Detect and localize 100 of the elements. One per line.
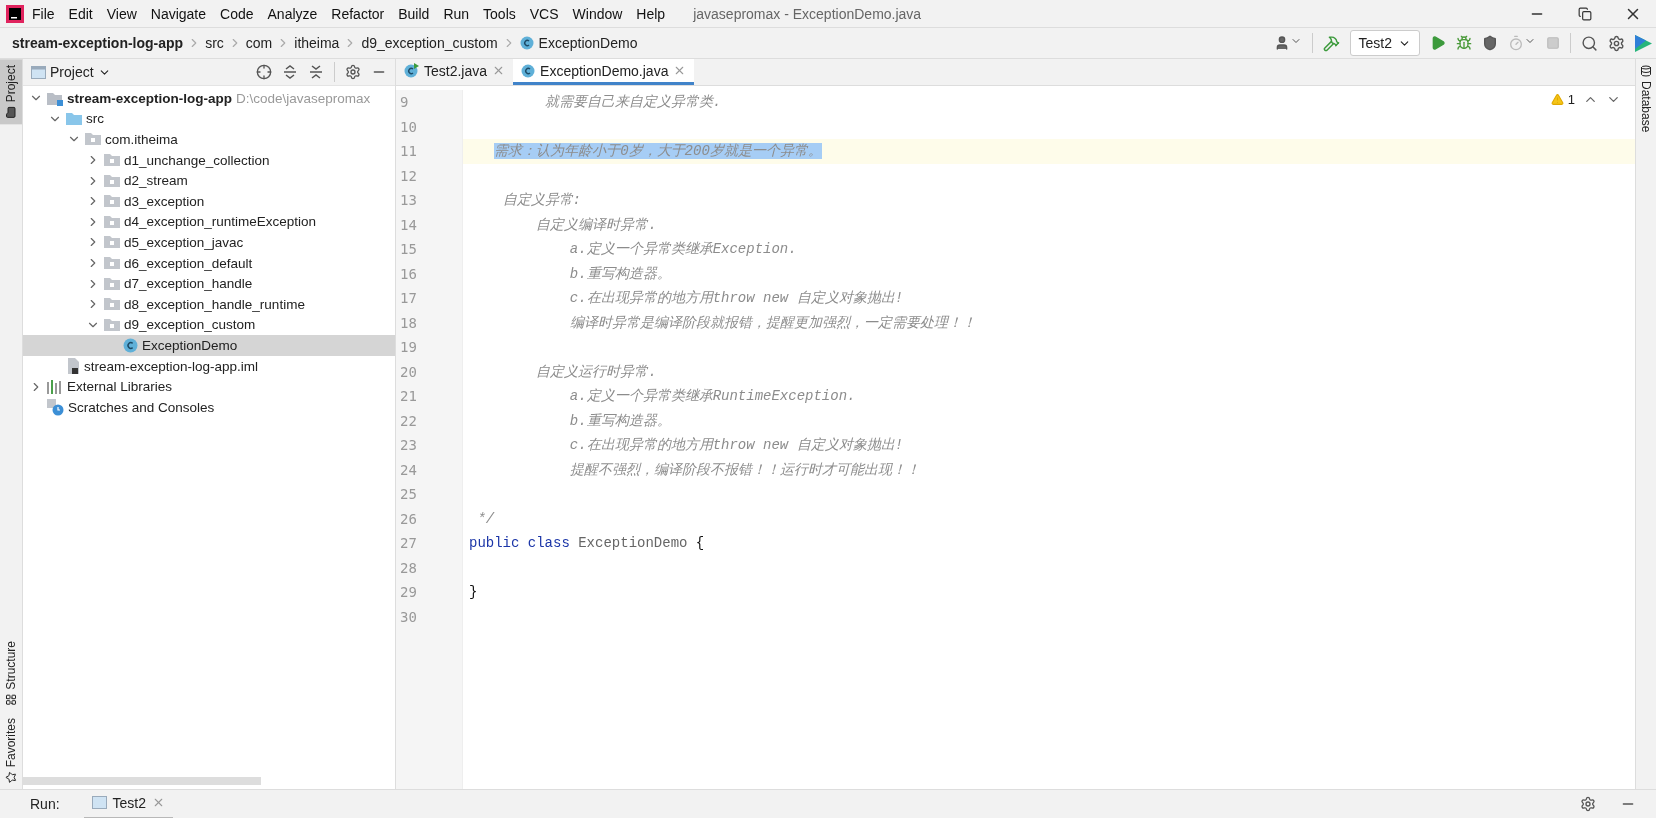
coverage-shield-icon[interactable]	[1482, 35, 1498, 51]
package-folder-icon	[104, 276, 120, 291]
settings-icon[interactable]	[1608, 34, 1625, 52]
path-hint: D:\code\javasepromax	[236, 90, 371, 106]
menu-item[interactable]: Build	[392, 5, 436, 22]
code-line: 自定义运行时异常.	[535, 362, 657, 381]
tool-window-tab[interactable]: Project	[0, 59, 22, 125]
window-icon	[31, 65, 46, 79]
app-logo-icon	[6, 4, 24, 23]
code-line: 就需要自己来自定义异常类.	[543, 93, 722, 112]
tree-item[interactable]: d7_exception_handle	[23, 273, 395, 294]
tree-item[interactable]: d1_unchange_collection	[23, 149, 395, 171]
hammer-icon[interactable]	[1322, 34, 1340, 52]
line-number: 29	[399, 583, 418, 602]
tree-item[interactable]: d9_exception_custom	[23, 314, 395, 336]
line-number: 25	[399, 485, 418, 504]
tree-item[interactable]: d6_exception_default	[23, 252, 395, 274]
breadcrumb-item[interactable]: com	[245, 35, 273, 51]
locate-crosshair-icon[interactable]	[256, 64, 272, 80]
line-number: 30	[399, 607, 418, 627]
tree-item[interactable]: com.itheima	[23, 129, 395, 150]
tool-window-tab[interactable]: Structure	[0, 634, 22, 712]
menu-item[interactable]: File	[26, 5, 61, 22]
menu-item[interactable]: Analyze	[261, 5, 324, 22]
tree-item[interactable]: src	[23, 108, 395, 130]
code-line: 编译时异常是编译阶段就报错，提醒更加强烈，一定需要处理！！	[568, 313, 976, 332]
tool-window-tab[interactable]: Database	[1636, 59, 1656, 139]
triangle-logo-icon[interactable]	[1635, 34, 1652, 52]
line-number: 11	[399, 142, 418, 161]
line-number: 15	[399, 240, 418, 259]
line-number: 28	[399, 558, 418, 578]
tool-window-tab[interactable]: Favorites	[0, 711, 22, 789]
line-number: 10	[399, 117, 418, 137]
breadcrumb-item[interactable]: d9_exception_custom	[361, 35, 498, 51]
menu-item[interactable]: Help	[630, 5, 672, 22]
menu-item[interactable]: Code	[214, 5, 260, 22]
tree-item[interactable]: d8_exception_handle_runtime	[23, 293, 395, 315]
structure-icon	[5, 693, 17, 706]
code-line: */	[476, 510, 495, 527]
code-line: b.重写构造器。	[568, 264, 671, 283]
run-config-dropdown[interactable]: Test2	[1349, 30, 1420, 56]
line-number: 21	[399, 387, 418, 406]
code-line: 提醒不强烈，编译阶段不报错！！运行时才可能出现！！	[568, 460, 920, 479]
warning-count[interactable]: 1	[1550, 92, 1575, 107]
line-number: 18	[399, 313, 418, 333]
settings-icon[interactable]	[345, 64, 361, 80]
star-icon	[5, 771, 17, 783]
expand-all-icon[interactable]	[282, 64, 298, 80]
menu-item[interactable]: Tools	[477, 5, 522, 22]
settings-icon[interactable]	[1580, 796, 1596, 812]
line-number: 22	[399, 411, 418, 431]
menu-item[interactable]: View	[100, 5, 143, 22]
line-number: 13	[399, 191, 418, 210]
breadcrumb-item[interactable]: itheima	[294, 35, 340, 51]
editor-tab[interactable]: ExceptionDemo.java	[513, 59, 695, 85]
code-line: c.在出现异常的地方用throw new 自定义对象抛出!	[568, 436, 904, 455]
menu-item[interactable]: Navigate	[144, 5, 213, 22]
run-label: Run:	[30, 796, 60, 812]
horizontal-scrollbar[interactable]	[23, 777, 261, 785]
collapse-all-icon[interactable]	[308, 64, 324, 80]
tree-item[interactable]: stream-exception-log-app.iml	[23, 355, 395, 377]
menu-item[interactable]: Run	[437, 5, 476, 22]
code-line: b.重写构造器。	[568, 411, 671, 430]
package-folder-icon	[104, 153, 120, 168]
tree-item[interactable]: External Libraries	[23, 376, 395, 397]
package-folder-icon	[104, 317, 120, 332]
tree-item[interactable]: ExceptionDemo	[23, 335, 395, 356]
tree-item[interactable]: stream-exception-log-app D:\code\javasepromax	[23, 88, 395, 109]
menu-item[interactable]: Window	[566, 5, 629, 22]
breadcrumb-item[interactable]: ExceptionDemo	[538, 35, 638, 51]
package-folder-icon	[104, 297, 120, 312]
panel-title-dropdown[interactable]: Project	[31, 64, 111, 80]
line-number: 27	[399, 534, 418, 553]
editor-tab[interactable]: Test2.java	[396, 59, 514, 85]
database-icon	[1640, 65, 1652, 77]
code-line: c.在出现异常的地方用throw new 自定义对象抛出!	[568, 289, 904, 308]
tree-item[interactable]: d4_exception_runtimeException	[23, 211, 395, 233]
breadcrumb-item[interactable]: stream-exception-log-app	[12, 35, 184, 51]
class-icon	[123, 337, 138, 353]
runnable-class-icon	[404, 63, 419, 78]
search-icon[interactable]	[1581, 34, 1598, 52]
debug-bug-icon[interactable]	[1456, 35, 1472, 51]
module-folder-icon	[47, 90, 63, 106]
line-number: 26	[399, 509, 418, 529]
run-icon[interactable]	[1430, 35, 1446, 51]
restore-icon[interactable]	[1578, 6, 1592, 21]
breadcrumb-item[interactable]: src	[205, 35, 224, 51]
tree-item[interactable]: Scratches and Consoles	[23, 396, 395, 418]
menu-item[interactable]: Refactor	[325, 5, 391, 22]
run-tab[interactable]: Test2	[83, 788, 174, 818]
menu-item[interactable]: VCS	[523, 5, 565, 22]
tree-item[interactable]: d3_exception	[23, 190, 395, 212]
line-number: 9	[399, 93, 410, 112]
line-number: 16	[399, 264, 418, 284]
window-title: javasepromax - ExceptionDemo.java	[693, 5, 923, 22]
source-folder-icon	[66, 111, 82, 126]
tree-item[interactable]: d5_exception_javac	[23, 232, 395, 253]
tree-item[interactable]: d2_stream	[23, 170, 395, 191]
menu-item[interactable]: Edit	[62, 5, 99, 22]
package-folder-icon	[104, 214, 120, 229]
